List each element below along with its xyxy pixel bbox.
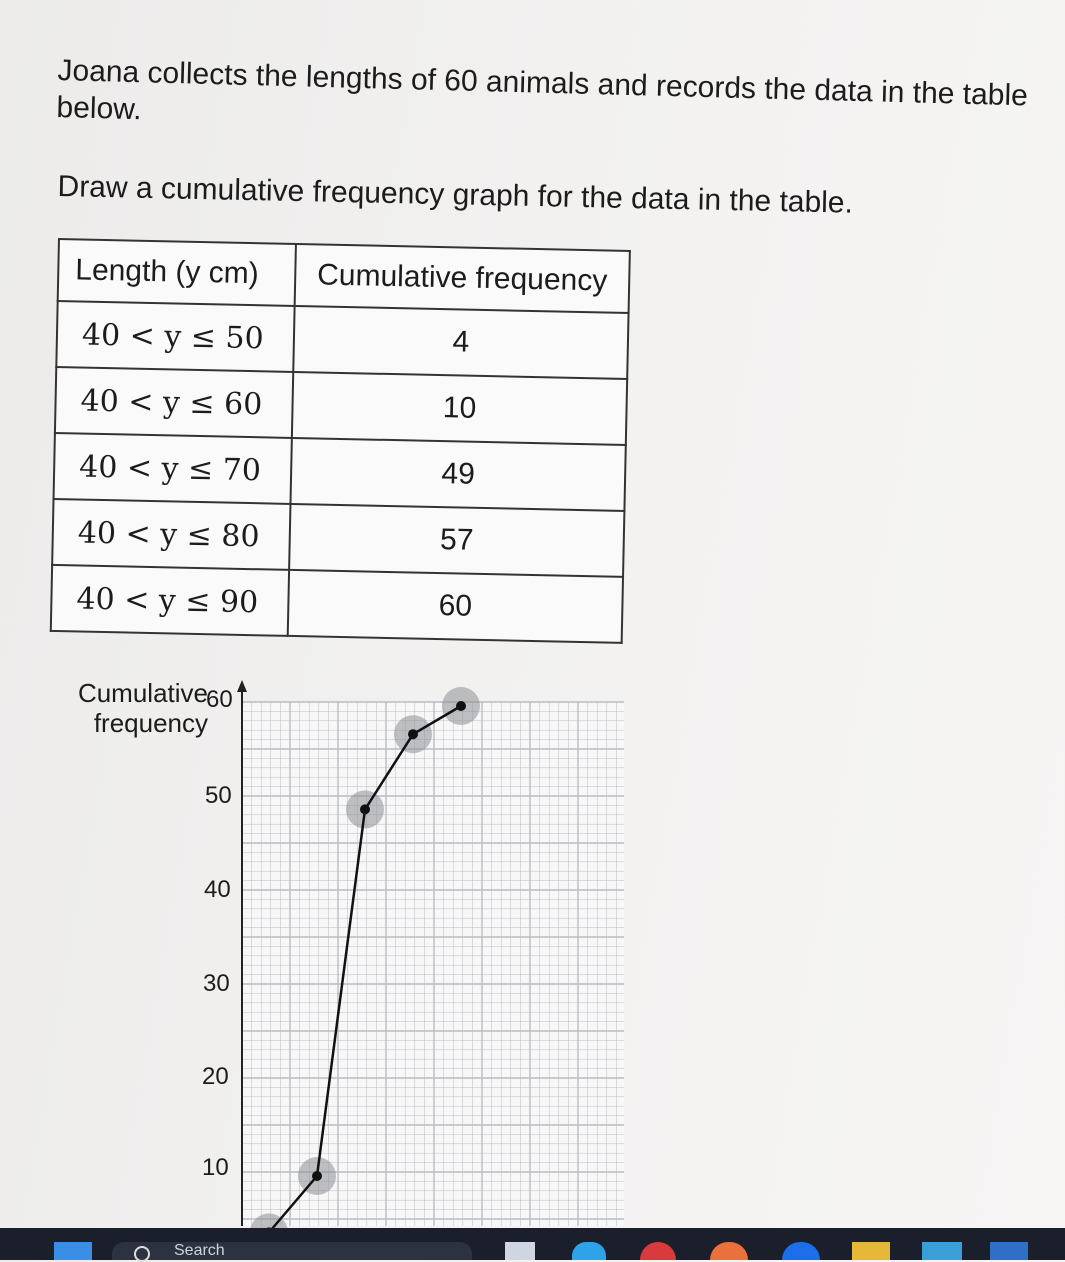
mail-icon[interactable] <box>990 1242 1028 1260</box>
search-label: Search <box>174 1242 225 1259</box>
graph-grid <box>241 701 624 1226</box>
data-point[interactable] <box>456 701 466 711</box>
store-icon[interactable] <box>922 1242 962 1260</box>
app-icon-orange[interactable] <box>710 1242 748 1260</box>
edge-icon[interactable] <box>782 1242 820 1260</box>
search-box[interactable]: Search <box>112 1242 472 1262</box>
task-view-icon[interactable] <box>505 1242 535 1260</box>
data-point[interactable] <box>408 729 418 740</box>
data-point[interactable] <box>360 804 370 815</box>
grid-background <box>242 702 624 1226</box>
y-axis-arrow-icon <box>237 680 247 692</box>
copilot-icon[interactable] <box>572 1242 606 1260</box>
windows-start-icon[interactable] <box>54 1242 92 1260</box>
browser-icon[interactable] <box>640 1242 676 1260</box>
file-explorer-icon[interactable] <box>852 1242 890 1260</box>
taskbar: Search <box>0 1228 1065 1262</box>
cumulative-frequency-graph[interactable] <box>0 0 1065 1260</box>
data-point[interactable] <box>312 1171 322 1181</box>
